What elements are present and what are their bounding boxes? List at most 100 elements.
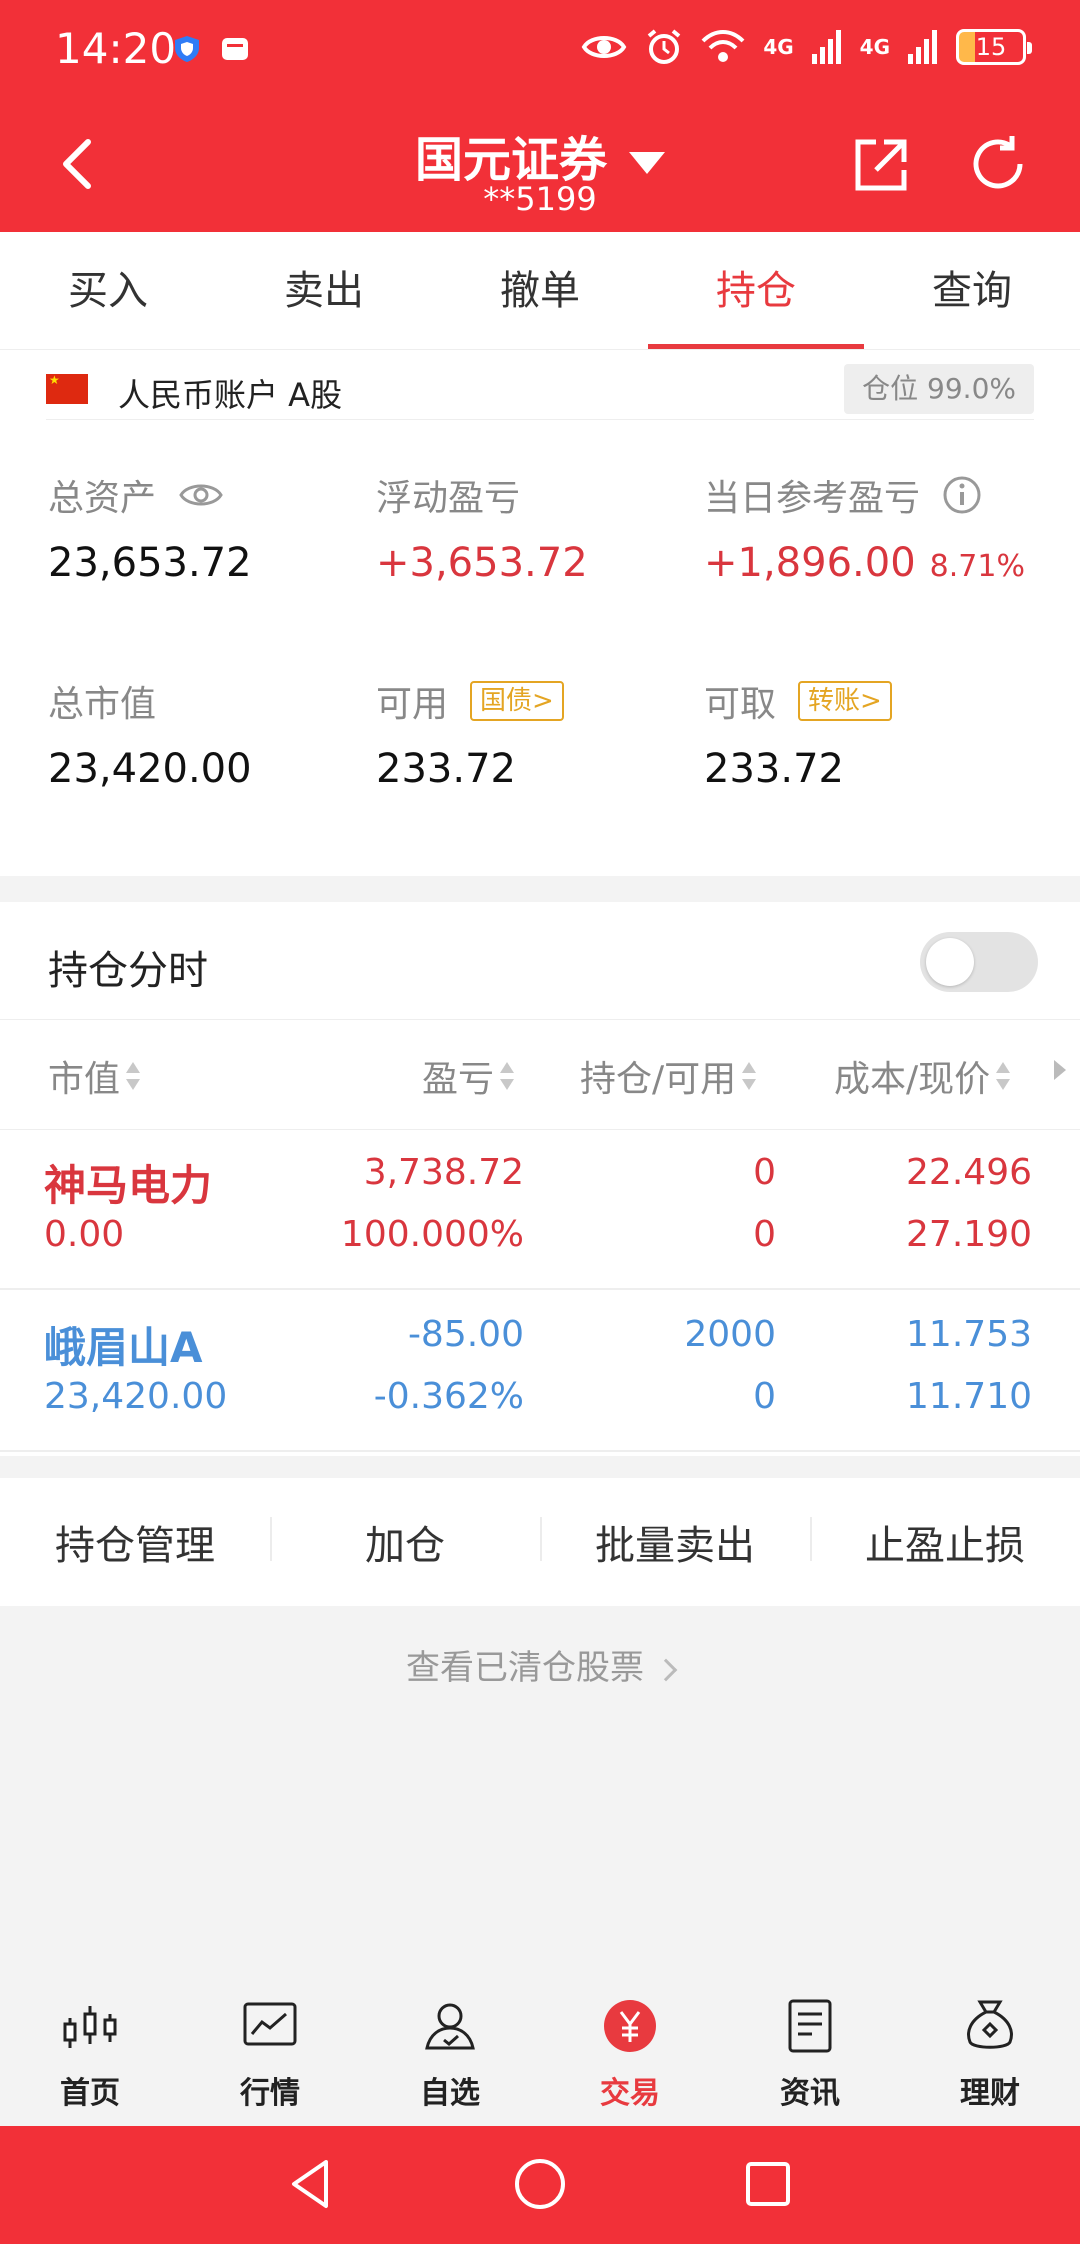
holdings-section: 持仓分时 市值 盈亏 持仓/可用 成本/现价 神马电力 0.00 3,738.7… — [0, 902, 1080, 1456]
batch-sell-button[interactable]: 批量卖出 — [540, 1513, 810, 1571]
stock-pnl-pct: 100.000% — [340, 1214, 524, 1255]
sort-icon — [742, 1059, 757, 1093]
yuan-coin-icon — [604, 2000, 656, 2052]
stock-market-value: 23,420.00 — [44, 1376, 228, 1417]
tab-positions[interactable]: 持仓 — [648, 232, 864, 349]
message-icon — [222, 38, 248, 60]
transfer-button[interactable]: 转账> — [798, 681, 892, 721]
stock-hold: 2000 — [684, 1314, 776, 1355]
column-label: 成本/现价 — [834, 1059, 991, 1100]
stock-pnl: -85.00 — [407, 1314, 524, 1355]
top-bar: 14:20 4G 4G 15 国元证券 **5199 — [0, 0, 1080, 232]
eye-toggle-icon[interactable] — [178, 480, 224, 510]
nav-watchlist[interactable]: 自选 — [360, 1980, 540, 2126]
stock-name: 神马电力 — [44, 1161, 213, 1210]
tab-sell[interactable]: 卖出 — [216, 232, 432, 349]
dropdown-caret-icon — [629, 152, 665, 174]
view-cleared-stocks-link[interactable]: 查看已清仓股票 — [0, 1640, 1080, 1689]
withdrawable-label: 可取 — [704, 684, 777, 725]
nav-label: 首页 — [60, 2076, 120, 2111]
column-cost-price[interactable]: 成本/现价 — [834, 1050, 1011, 1102]
battery-level: 15 — [975, 33, 1007, 61]
account-row: 人民币账户 A股 仓位 99.0% — [46, 358, 1034, 420]
column-market-value[interactable]: 市值 — [48, 1050, 141, 1102]
wifi-icon — [701, 30, 745, 62]
system-recents-icon[interactable] — [738, 2154, 798, 2214]
column-label: 盈亏 — [422, 1059, 495, 1100]
stock-hold: 0 — [753, 1152, 776, 1193]
system-home-icon[interactable] — [510, 2154, 570, 2214]
withdrawable: 可取 转账> 233.72 — [704, 676, 892, 792]
float-pnl-label: 浮动盈亏 — [376, 478, 521, 519]
account-summary: 人民币账户 A股 仓位 99.0% 总资产 23,653.72 浮动盈亏 +3,… — [0, 350, 1080, 876]
nav-market[interactable]: 行情 — [180, 1980, 360, 2126]
system-back-icon[interactable] — [282, 2154, 342, 2214]
nav-label: 交易 — [600, 2076, 660, 2111]
signal-icon — [811, 30, 841, 64]
holdings-column-header: 市值 盈亏 持仓/可用 成本/现价 — [0, 1020, 1080, 1130]
alarm-icon — [648, 29, 681, 64]
position-manage-button[interactable]: 持仓管理 — [0, 1513, 270, 1571]
trade-tabs: 买入 卖出 撤单 持仓 查询 — [0, 232, 1080, 350]
nav-news[interactable]: 资讯 — [720, 1980, 900, 2126]
stock-cost: 11.753 — [906, 1314, 1032, 1355]
stock-pnl-pct: -0.362% — [373, 1376, 524, 1417]
column-pnl[interactable]: 盈亏 — [422, 1050, 515, 1102]
withdrawable-value: 233.72 — [704, 746, 844, 792]
status-icons: 4G 4G 15 — [581, 28, 1032, 66]
holding-row[interactable]: 峨眉山A 23,420.00 -85.00 -0.362% 2000 0 11.… — [0, 1292, 1080, 1452]
signal-icon — [908, 30, 937, 64]
float-pnl: 浮动盈亏 +3,653.72 — [376, 470, 588, 586]
day-pnl-label: 当日参考盈亏 — [704, 478, 921, 519]
share-icon[interactable] — [850, 134, 912, 196]
scroll-right-icon[interactable] — [1054, 1060, 1066, 1080]
stock-cost: 22.496 — [906, 1152, 1032, 1193]
total-assets-label: 总资产 — [48, 478, 157, 519]
nav-label: 理财 — [960, 2076, 1020, 2111]
timeshare-toggle[interactable] — [920, 932, 1038, 992]
treasury-button[interactable]: 国债> — [470, 681, 564, 721]
refresh-icon[interactable] — [968, 134, 1030, 196]
stock-available: 0 — [753, 1214, 776, 1255]
day-pnl-value: +1,896.00 — [704, 540, 916, 586]
sort-icon — [500, 1059, 515, 1093]
money-bag-icon — [967, 2000, 1013, 2049]
system-nav-bar — [0, 2126, 1080, 2244]
tab-query[interactable]: 查询 — [864, 232, 1080, 349]
user-icon — [425, 2003, 475, 2050]
nav-bar: 国元证券 **5199 — [0, 100, 1080, 232]
holdings-header: 持仓分时 — [0, 902, 1080, 1020]
document-icon — [788, 1999, 832, 2053]
column-hold-available[interactable]: 持仓/可用 — [580, 1050, 757, 1102]
holding-row[interactable]: 神马电力 0.00 3,738.72 100.000% 0 0 22.496 2… — [0, 1130, 1080, 1290]
chart-monitor-icon — [243, 2002, 297, 2046]
shield-icon — [175, 36, 199, 62]
nav-wealth[interactable]: 理财 — [900, 1980, 1080, 2126]
day-pnl-pct: 8.71% — [929, 549, 1025, 584]
tab-buy[interactable]: 买入 — [0, 232, 216, 349]
stock-name: 峨眉山A — [44, 1323, 203, 1372]
network-label-1: 4G — [763, 35, 794, 59]
status-time: 14:20 — [55, 24, 177, 73]
stock-available: 0 — [753, 1376, 776, 1417]
holdings-actions: 持仓管理 加仓 批量卖出 止盈止损 — [0, 1478, 1080, 1606]
stop-profit-loss-button[interactable]: 止盈止损 — [810, 1513, 1080, 1571]
float-pnl-value: +3,653.72 — [376, 540, 588, 586]
network-label-2: 4G — [859, 35, 890, 59]
chevron-right-icon — [654, 1658, 678, 1681]
tab-cancel[interactable]: 撤单 — [432, 232, 648, 349]
toggle-knob — [926, 938, 974, 986]
stock-pnl: 3,738.72 — [363, 1152, 524, 1193]
china-flag-icon — [46, 373, 88, 404]
candlestick-icon — [63, 2006, 117, 2048]
nav-trade[interactable]: 交易 — [540, 1980, 720, 2126]
sort-icon — [996, 1059, 1011, 1093]
column-label: 持仓/可用 — [580, 1059, 737, 1100]
market-value: 总市值 23,420.00 — [48, 676, 252, 792]
nav-home[interactable]: 首页 — [0, 1980, 180, 2126]
info-icon[interactable] — [942, 475, 982, 515]
stock-market-value: 0.00 — [44, 1214, 125, 1255]
available-label: 可用 — [376, 684, 449, 725]
add-position-button[interactable]: 加仓 — [270, 1513, 540, 1571]
nav-label: 行情 — [240, 2076, 300, 2111]
